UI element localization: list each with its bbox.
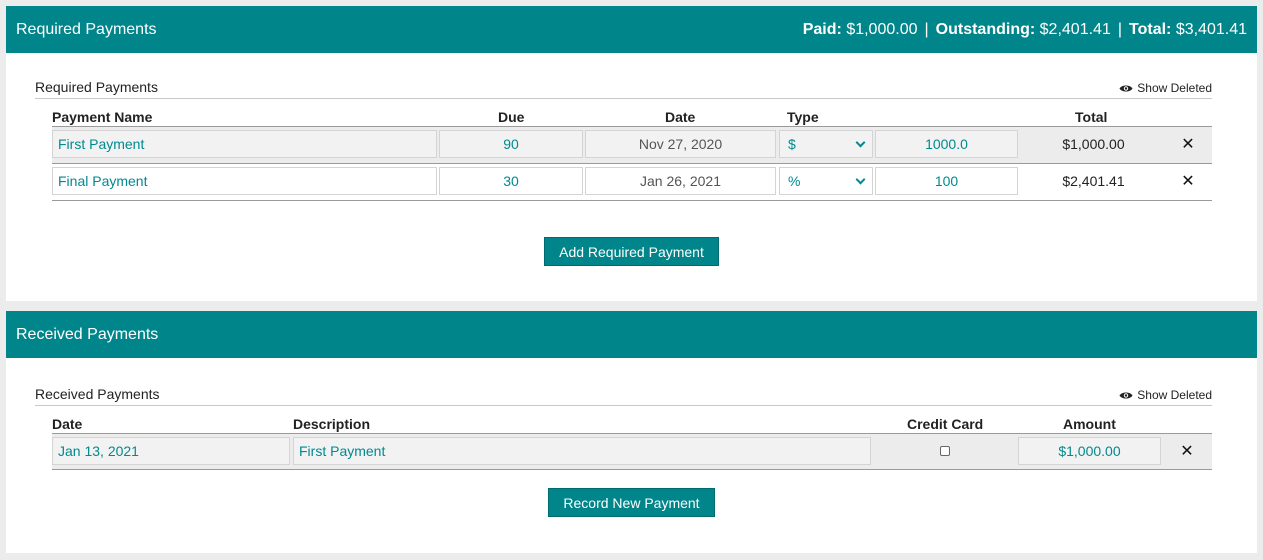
- column-header-payment-name: Payment Name: [52, 109, 153, 125]
- due-days-field[interactable]: 30: [439, 167, 583, 195]
- table-row: Final Payment 30 Jan 26, 2021 % 100 $2,4…: [52, 164, 1212, 201]
- type-select-value: %: [788, 173, 801, 189]
- column-header-credit-card: Credit Card: [907, 416, 984, 432]
- total-value: $3,401.41: [1175, 20, 1247, 38]
- close-icon[interactable]: ✕: [1177, 437, 1197, 465]
- payment-summary: Paid: $1,000.00 | Outstanding: $2,401.41…: [803, 21, 1247, 39]
- column-header-total: Total: [1075, 109, 1108, 125]
- received-payments-header-bar: Received Payments: [6, 311, 1257, 358]
- required-payments-header-bar: Required Payments Paid: $1,000.00 | Outs…: [6, 6, 1257, 53]
- received-payments-panel: Received Payments Received Payments Show…: [6, 311, 1257, 553]
- show-deleted-label: Show Deleted: [1137, 81, 1212, 95]
- payment-name-field[interactable]: First Payment: [52, 130, 437, 158]
- type-select-value: $: [788, 136, 796, 152]
- record-new-payment-button[interactable]: Record New Payment: [548, 488, 715, 517]
- row-total: $1,000.00: [1062, 136, 1125, 152]
- outstanding-label: Outstanding:: [935, 20, 1036, 38]
- received-payments-section-title: Received Payments: [35, 386, 160, 402]
- received-amount-field[interactable]: $1,000.00: [1018, 437, 1161, 465]
- description-field[interactable]: First Payment: [293, 437, 871, 465]
- summary-separator: |: [1117, 20, 1122, 38]
- type-select[interactable]: %: [779, 167, 873, 195]
- chevron-down-icon: [855, 174, 866, 184]
- column-header-description: Description: [293, 416, 371, 432]
- amount-field[interactable]: 1000.0: [875, 130, 1018, 158]
- show-deleted-toggle[interactable]: Show Deleted: [1119, 81, 1212, 95]
- received-payments-bar-title: Received Payments: [16, 325, 159, 343]
- required-payments-panel: Required Payments Paid: $1,000.00 | Outs…: [6, 6, 1257, 301]
- table-row: First Payment 90 Nov 27, 2020 $ 1000.0 $…: [52, 126, 1212, 164]
- row-total: $2,401.41: [1062, 173, 1125, 189]
- show-deleted-label: Show Deleted: [1137, 388, 1212, 402]
- column-header-due: Due: [498, 109, 525, 125]
- close-icon[interactable]: ✕: [1178, 130, 1198, 158]
- table-row: Jan 13, 2021 First Payment $1,000.00 ✕: [52, 433, 1212, 470]
- received-payments-subheader: Received Payments Show Deleted: [35, 384, 1212, 406]
- required-payments-section-title: Required Payments: [35, 79, 158, 95]
- column-header-type: Type: [787, 109, 819, 125]
- close-icon[interactable]: ✕: [1178, 167, 1198, 195]
- required-payments-subheader: Required Payments Show Deleted: [35, 77, 1212, 99]
- credit-card-checkbox[interactable]: [940, 446, 950, 456]
- summary-separator: |: [924, 20, 929, 38]
- column-header-date: Date: [52, 416, 83, 432]
- credit-card-cell: [875, 437, 1015, 465]
- column-header-date: Date: [665, 109, 696, 125]
- payment-date-field: Jan 26, 2021: [585, 167, 776, 195]
- type-select[interactable]: $: [779, 130, 873, 158]
- required-payments-bar-title: Required Payments: [16, 20, 157, 38]
- due-days-field[interactable]: 90: [439, 130, 583, 158]
- payment-date-field: Nov 27, 2020: [585, 130, 776, 158]
- show-deleted-toggle[interactable]: Show Deleted: [1119, 388, 1212, 402]
- paid-value: $1,000.00: [846, 20, 918, 38]
- amount-field[interactable]: 100: [875, 167, 1018, 195]
- payment-name-field[interactable]: Final Payment: [52, 167, 437, 195]
- outstanding-value: $2,401.41: [1039, 20, 1111, 38]
- total-label: Total:: [1129, 20, 1172, 38]
- received-date-field[interactable]: Jan 13, 2021: [52, 437, 290, 465]
- chevron-down-icon: [855, 137, 866, 147]
- eye-icon: [1119, 391, 1133, 400]
- eye-icon: [1119, 84, 1133, 93]
- paid-label: Paid:: [802, 20, 842, 38]
- column-header-amount: Amount: [1063, 416, 1116, 432]
- add-required-payment-button[interactable]: Add Required Payment: [544, 237, 719, 266]
